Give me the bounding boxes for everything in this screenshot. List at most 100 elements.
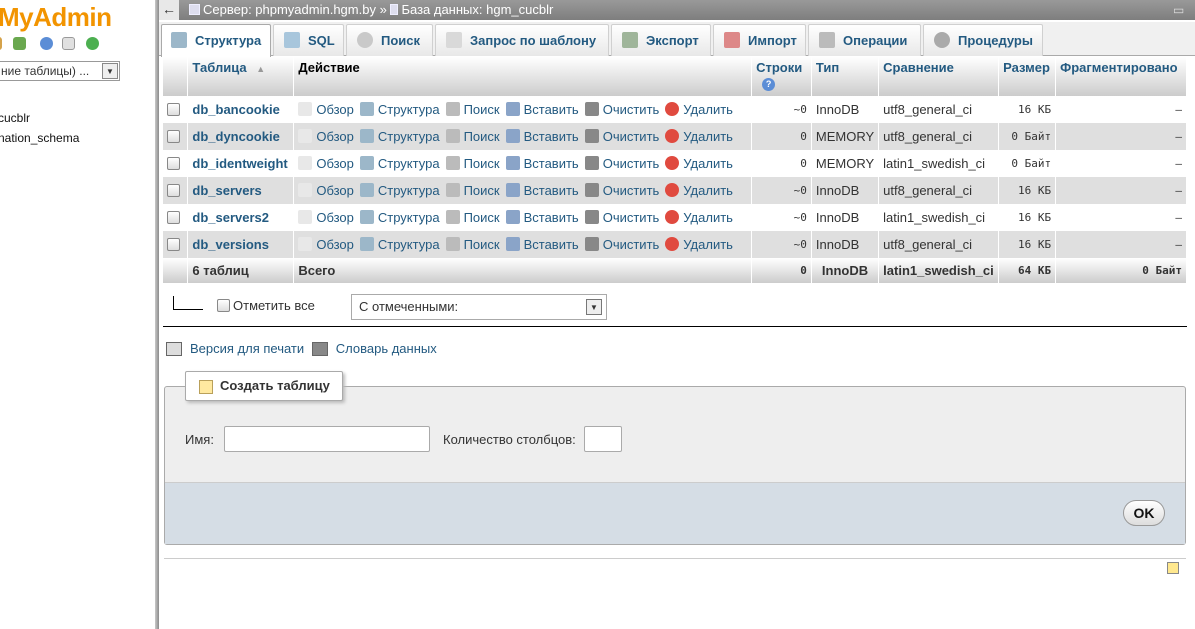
docs-icon[interactable] bbox=[62, 37, 75, 50]
nav-db-item[interactable]: nation_schema bbox=[0, 131, 79, 145]
row-collation: utf8_general_ci bbox=[878, 231, 1000, 258]
header-checkbox-cell bbox=[163, 57, 189, 96]
table-filter-select[interactable]: ние таблицы) ... ▼ bbox=[0, 61, 120, 81]
action-browse-link[interactable]: Обзор bbox=[298, 237, 354, 252]
tab-routines[interactable]: Процедуры bbox=[923, 24, 1043, 56]
ok-button[interactable]: OK bbox=[1123, 500, 1165, 526]
insert-icon bbox=[505, 102, 520, 116]
action-empty-link[interactable]: Очистить bbox=[584, 183, 659, 198]
import-icon bbox=[724, 32, 740, 48]
help-icon[interactable]: ? bbox=[762, 78, 776, 91]
table-name-link[interactable]: db_bancookie bbox=[187, 96, 295, 123]
action-structure-link[interactable]: Структура bbox=[359, 183, 440, 198]
table-name-link[interactable]: db_servers bbox=[187, 177, 295, 204]
action-structure-link[interactable]: Структура bbox=[359, 237, 440, 252]
action-drop-link[interactable]: Удалить bbox=[665, 183, 733, 198]
row-checkbox[interactable] bbox=[167, 211, 180, 224]
logout-icon[interactable] bbox=[13, 37, 26, 50]
check-all-label[interactable]: Отметить все bbox=[233, 298, 315, 313]
reload-icon[interactable] bbox=[86, 37, 99, 50]
row-engine: InnoDB bbox=[811, 177, 880, 204]
action-browse-link[interactable]: Обзор bbox=[298, 102, 354, 117]
action-structure-link[interactable]: Структура bbox=[359, 129, 440, 144]
header-size[interactable]: Размер bbox=[998, 57, 1057, 96]
tab-structure[interactable]: Структура bbox=[161, 24, 271, 57]
header-action: Действие bbox=[293, 57, 753, 96]
row-checkbox[interactable] bbox=[167, 184, 180, 197]
tab-operations[interactable]: Операции bbox=[808, 24, 921, 56]
action-structure-link[interactable]: Структура bbox=[359, 156, 440, 171]
row-size: 16 КБ bbox=[998, 96, 1057, 123]
table-name-link[interactable]: db_dyncookie bbox=[187, 123, 295, 150]
header-type[interactable]: Тип bbox=[811, 57, 880, 96]
action-browse-link[interactable]: Обзор bbox=[298, 210, 354, 225]
action-browse-link[interactable]: Обзор bbox=[298, 156, 354, 171]
action-insert-link[interactable]: Вставить bbox=[505, 183, 579, 198]
action-search-link[interactable]: Поиск bbox=[445, 129, 500, 144]
row-checkbox-cell bbox=[163, 177, 189, 204]
table-name-link[interactable]: db_versions bbox=[187, 231, 295, 258]
home-icon[interactable] bbox=[0, 37, 2, 50]
action-empty-link[interactable]: Очистить bbox=[584, 210, 659, 225]
footer-size: 64 КБ bbox=[998, 258, 1057, 283]
action-drop-link[interactable]: Удалить bbox=[665, 156, 733, 171]
table-name-input[interactable] bbox=[224, 426, 430, 452]
tab-import[interactable]: Импорт bbox=[713, 24, 806, 56]
nav-db-item[interactable]: cucblr bbox=[0, 111, 30, 125]
table-row: db_servers2 Обзор Структура Поиск Вставить Оч… bbox=[163, 204, 1187, 231]
row-checkbox[interactable] bbox=[167, 157, 180, 170]
action-insert-link[interactable]: Вставить bbox=[505, 102, 579, 117]
action-structure-link[interactable]: Структура bbox=[359, 102, 440, 117]
action-search-link[interactable]: Поиск bbox=[445, 102, 500, 117]
breadcrumb-database[interactable]: База данных: hgm_cucblr bbox=[401, 2, 553, 17]
action-browse-link[interactable]: Обзор bbox=[298, 183, 354, 198]
tab-sql[interactable]: SQL bbox=[273, 24, 344, 56]
action-search-link[interactable]: Поиск bbox=[445, 210, 500, 225]
table-name-link[interactable]: db_servers2 bbox=[187, 204, 295, 231]
check-all-checkbox[interactable] bbox=[217, 299, 230, 312]
help-icon[interactable] bbox=[40, 37, 53, 50]
action-search-link[interactable]: Поиск bbox=[445, 237, 500, 252]
with-selected-select[interactable]: С отмеченными: ▼ bbox=[351, 294, 607, 320]
action-insert-link[interactable]: Вставить bbox=[505, 156, 579, 171]
breadcrumb-server[interactable]: Сервер: phpmyadmin.hgm.by bbox=[203, 2, 376, 17]
action-drop-link[interactable]: Удалить bbox=[665, 102, 733, 117]
header-rows[interactable]: Строки? bbox=[751, 57, 812, 96]
table-name-link[interactable]: db_identweight bbox=[187, 150, 295, 177]
action-insert-link[interactable]: Вставить bbox=[505, 210, 579, 225]
action-empty-link[interactable]: Очистить bbox=[584, 102, 659, 117]
print-view-link[interactable]: Версия для печати bbox=[190, 341, 304, 356]
action-empty-link[interactable]: Очистить bbox=[584, 237, 659, 252]
tab-search[interactable]: Поиск bbox=[346, 24, 433, 56]
new-table-icon bbox=[199, 380, 213, 394]
back-arrow-icon[interactable]: ← bbox=[159, 0, 179, 20]
action-structure-link[interactable]: Структура bbox=[359, 210, 440, 225]
header-overhead[interactable]: Фрагментировано bbox=[1055, 57, 1187, 96]
action-empty-link[interactable]: Очистить bbox=[584, 129, 659, 144]
row-checkbox[interactable] bbox=[167, 130, 180, 143]
row-checkbox[interactable] bbox=[167, 103, 180, 116]
console-icon[interactable] bbox=[1167, 562, 1179, 574]
action-insert-link[interactable]: Вставить bbox=[505, 237, 579, 252]
header-table[interactable]: Таблица ▲ bbox=[187, 57, 295, 96]
search-icon bbox=[445, 102, 460, 116]
action-empty-link[interactable]: Очистить bbox=[584, 156, 659, 171]
columns-count-input[interactable] bbox=[584, 426, 622, 452]
row-checkbox[interactable] bbox=[167, 238, 180, 251]
collapse-icon[interactable]: ▭ bbox=[1173, 0, 1187, 20]
action-insert-link[interactable]: Вставить bbox=[505, 129, 579, 144]
header-collation[interactable]: Сравнение bbox=[878, 57, 1000, 96]
action-drop-link[interactable]: Удалить bbox=[665, 210, 733, 225]
tab-query[interactable]: Запрос по шаблону bbox=[435, 24, 609, 56]
action-drop-link[interactable]: Удалить bbox=[665, 237, 733, 252]
data-dictionary-link[interactable]: Словарь данных bbox=[336, 341, 437, 356]
action-browse-link[interactable]: Обзор bbox=[298, 129, 354, 144]
row-size: 16 КБ bbox=[998, 231, 1057, 258]
row-actions: Обзор Структура Поиск Вставить Очистить Удали… bbox=[293, 123, 753, 150]
action-drop-link[interactable]: Удалить bbox=[665, 129, 733, 144]
row-overhead: – bbox=[1055, 150, 1187, 177]
action-search-link[interactable]: Поиск bbox=[445, 183, 500, 198]
tab-export[interactable]: Экспорт bbox=[611, 24, 711, 56]
action-search-link[interactable]: Поиск bbox=[445, 156, 500, 171]
drop-icon bbox=[665, 156, 680, 170]
